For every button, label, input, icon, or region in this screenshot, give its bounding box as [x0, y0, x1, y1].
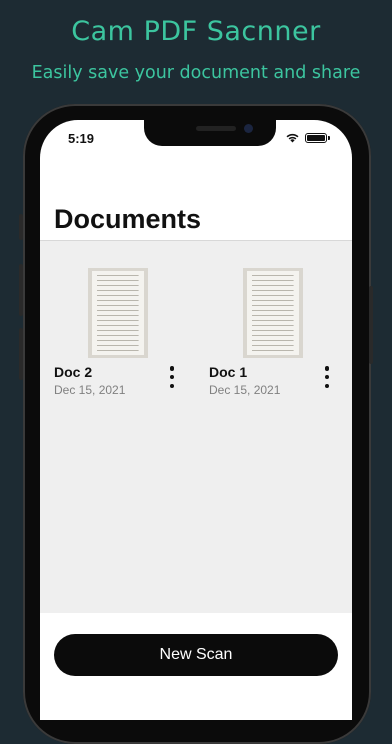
bottom-action-bar: New Scan: [40, 613, 352, 720]
new-scan-button[interactable]: New Scan: [54, 634, 338, 676]
promo-title: Cam PDF Sacnner: [71, 16, 321, 47]
scanned-page-image: [92, 271, 144, 355]
status-icons: [285, 132, 330, 143]
more-vertical-icon[interactable]: [322, 366, 332, 388]
phone-mute-switch: [19, 214, 23, 240]
page-title: Documents: [54, 204, 202, 234]
phone-notch: [144, 120, 276, 146]
wifi-icon: [286, 133, 299, 143]
battery-icon: [305, 132, 327, 143]
front-camera: [244, 124, 253, 133]
document-card[interactable]: Doc 1 Dec 15, 2021: [209, 268, 349, 397]
app-screen: 5:19 Documents Doc 2 Dec 15, 2021 Doc 1 …: [40, 120, 352, 720]
battery-tip: [328, 135, 330, 140]
status-time: 5:19: [68, 131, 95, 146]
speaker-grille: [196, 126, 236, 131]
document-thumbnail[interactable]: [88, 268, 148, 358]
document-date: Dec 15, 2021: [209, 383, 281, 397]
document-name: Doc 1: [209, 364, 248, 380]
document-card[interactable]: Doc 2 Dec 15, 2021: [54, 268, 194, 397]
scanned-page-image: [247, 271, 299, 355]
document-date: Dec 15, 2021: [54, 383, 126, 397]
phone-power-button: [369, 286, 373, 364]
document-name: Doc 2: [54, 364, 93, 380]
phone-volume-up: [19, 264, 23, 316]
more-vertical-icon[interactable]: [167, 366, 177, 388]
promo-subtitle: Easily save your document and share: [31, 63, 361, 83]
phone-volume-down: [19, 328, 23, 380]
document-thumbnail[interactable]: [243, 268, 303, 358]
